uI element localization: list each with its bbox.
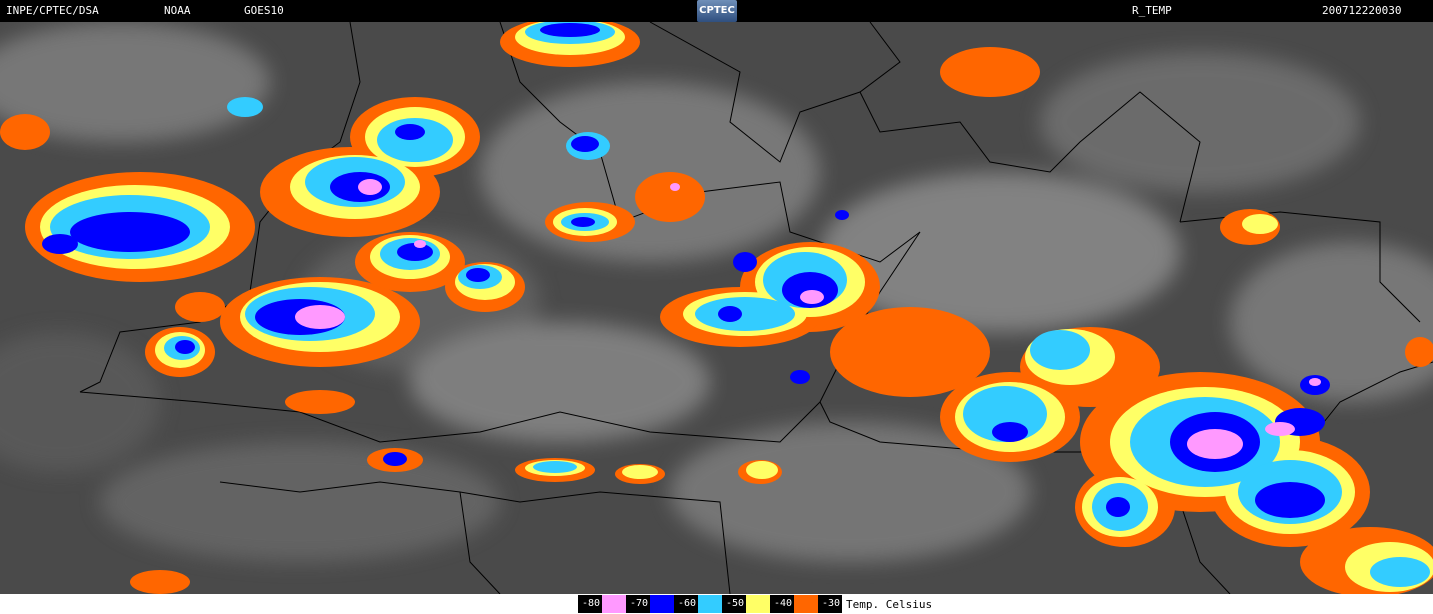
product-label: R_TEMP	[1132, 4, 1172, 17]
legend-label-minus50: -50	[722, 595, 746, 613]
satellite-label: GOES10	[244, 4, 284, 17]
institution-label: INPE/CPTEC/DSA	[6, 4, 99, 17]
temperature-legend: -80 -70 -60 -50 -40 -30 Temp. Celsius	[578, 594, 932, 614]
legend-swatch-yellow	[746, 595, 770, 613]
legend-label-minus70: -70	[626, 595, 650, 613]
agency-label: NOAA	[164, 4, 191, 17]
legend-swatch-blue	[650, 595, 674, 613]
satellite-map	[0, 22, 1433, 594]
cptec-logo: CPTEC	[697, 0, 737, 22]
image-header: INPE/CPTEC/DSA NOAA GOES10 CPTEC R_TEMP …	[0, 0, 1433, 22]
legend-swatch-cyan	[698, 595, 722, 613]
legend-label-minus30: -30	[818, 595, 842, 613]
legend-label-minus40: -40	[770, 595, 794, 613]
legend-swatch-pink	[602, 595, 626, 613]
legend-unit-label: Temp. Celsius	[846, 597, 933, 611]
legend-swatch-orange	[794, 595, 818, 613]
timestamp-label: 200712220030	[1322, 4, 1402, 17]
legend-label-minus80: -80	[578, 595, 602, 613]
infrared-image	[0, 22, 1433, 594]
legend-label-minus60: -60	[674, 595, 698, 613]
